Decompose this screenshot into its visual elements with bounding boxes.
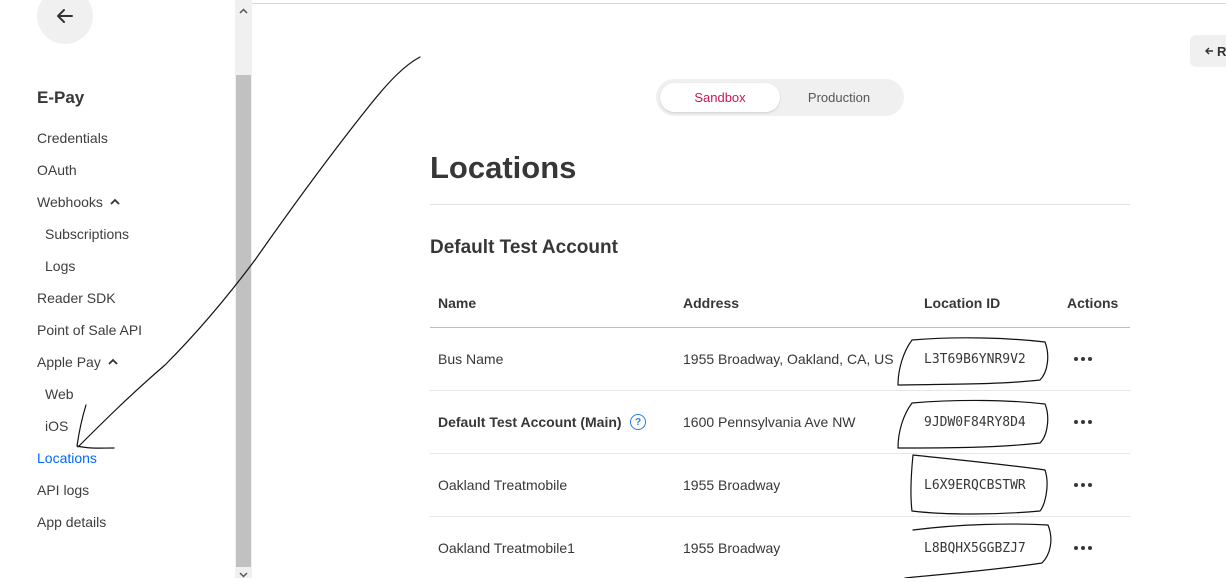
sidebar-item-locations[interactable]: Locations: [37, 450, 97, 466]
sidebar: E-Pay Credentials OAuth Webhooks Subscri…: [0, 0, 235, 578]
sidebar-item-app-details[interactable]: App details: [37, 514, 106, 530]
column-header-address[interactable]: Address: [683, 295, 739, 311]
row-divider: [430, 390, 1130, 391]
sidebar-item-label: Reader SDK: [37, 290, 116, 306]
sidebar-item-label: Point of Sale API: [37, 322, 143, 338]
more-actions-icon[interactable]: [1074, 418, 1094, 426]
sidebar-item-subscriptions[interactable]: Subscriptions: [45, 226, 129, 242]
more-actions-icon[interactable]: [1074, 544, 1094, 552]
app-title: E-Pay: [37, 88, 85, 107]
location-name: Oakland Treatmobile: [438, 477, 568, 493]
environment-toggle: Sandbox Production: [656, 79, 904, 116]
location-id: L8BQHX5GGBZJ7: [924, 541, 1026, 556]
more-actions-icon[interactable]: [1074, 481, 1094, 489]
sidebar-item-oauth[interactable]: OAuth: [37, 162, 77, 178]
table-header-divider: [430, 327, 1130, 328]
sidebar-item-label: Apple Pay: [37, 354, 101, 370]
sidebar-item-label: OAuth: [37, 162, 77, 178]
row-divider: [430, 453, 1130, 454]
sidebar-item-label: Webhooks: [37, 194, 103, 210]
sidebar-item-ios[interactable]: iOS: [45, 418, 68, 434]
sidebar-item-label: API logs: [37, 482, 90, 498]
sidebar-item-logs[interactable]: Logs: [45, 258, 75, 274]
location-id: L6X9ERQCBSTWR: [924, 478, 1026, 493]
location-name: Bus Name: [438, 351, 504, 367]
title-divider: [430, 204, 1130, 205]
sidebar-item-reader-sdk[interactable]: Reader SDK: [37, 290, 116, 306]
production-tab[interactable]: Production: [780, 83, 898, 112]
sidebar-item-credentials[interactable]: Credentials: [37, 130, 108, 146]
location-address: 1955 Broadway: [683, 477, 781, 493]
sidebar-item-label: App details: [37, 514, 107, 530]
column-header-location-id[interactable]: Location ID: [924, 295, 1000, 311]
location-address: 1955 Broadway: [683, 540, 781, 556]
row-divider: [430, 516, 1130, 517]
location-name: Oakland Treatmobile1: [438, 540, 575, 556]
sidebar-item-label: Subscriptions: [45, 226, 130, 242]
arrow-left-icon: [57, 9, 73, 23]
sidebar-item-point-of-sale-api[interactable]: Point of Sale API: [37, 322, 142, 338]
return-button-label: R: [1217, 43, 1226, 59]
scroll-up-arrow-icon[interactable]: [235, 2, 252, 19]
scroll-down-arrow-icon[interactable]: [235, 566, 252, 583]
sidebar-item-label: Logs: [45, 258, 76, 274]
section-title: Default Test Account: [430, 237, 618, 258]
location-id: L3T69B6YNR9V2: [924, 352, 1026, 367]
sidebar-item-apple-pay[interactable]: Apple Pay: [37, 354, 119, 370]
sidebar-item-label: Web: [45, 386, 74, 402]
sidebar-item-api-logs[interactable]: API logs: [37, 482, 89, 498]
chevron-up-icon: [110, 198, 120, 205]
arrow-left-icon: [1205, 47, 1213, 55]
more-actions-icon[interactable]: [1074, 355, 1094, 363]
sidebar-item-web[interactable]: Web: [45, 386, 74, 402]
column-header-name[interactable]: Name: [438, 295, 476, 311]
location-address: 1955 Broadway, Oakland, CA, US: [683, 351, 894, 367]
column-header-actions: Actions: [1067, 295, 1119, 311]
sidebar-item-label: Credentials: [37, 130, 108, 146]
sidebar-item-webhooks[interactable]: Webhooks: [37, 194, 121, 210]
location-address: 1600 Pennsylvania Ave NW: [683, 414, 856, 430]
sidebar-item-label: iOS: [45, 418, 69, 434]
return-button[interactable]: R: [1190, 35, 1226, 67]
location-id: 9JDW0F84RY8D4: [924, 415, 1026, 430]
location-name: Default Test Account (Main): [438, 414, 622, 430]
top-divider: [252, 3, 1226, 4]
sandbox-tab[interactable]: Sandbox: [660, 83, 780, 112]
page-title: Locations: [430, 150, 577, 185]
sidebar-scrollbar[interactable]: [235, 0, 252, 578]
back-button[interactable]: [37, 0, 93, 44]
sidebar-item-label: Locations: [37, 450, 97, 466]
scroll-thumb[interactable]: [236, 75, 251, 567]
help-icon[interactable]: ?: [630, 414, 646, 430]
chevron-up-icon: [108, 358, 118, 365]
